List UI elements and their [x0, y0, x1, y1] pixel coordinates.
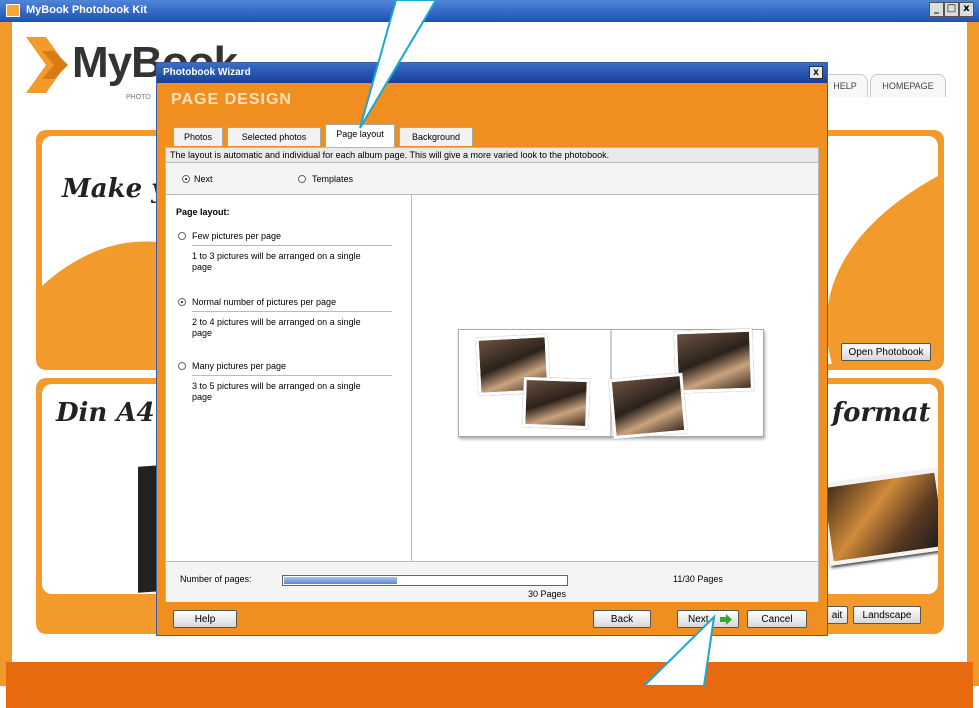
templates-mode-label: Templates [312, 174, 354, 184]
few-pictures-desc: 1 to 3 pictures will be arranged on a si… [192, 251, 361, 272]
divider [192, 311, 392, 312]
few-pictures-label: Few pictures per page [192, 231, 282, 241]
pages-total: 30 Pages [528, 589, 567, 599]
page-design-heading: PAGE DESIGN [171, 91, 292, 108]
divider [192, 245, 392, 246]
format-text-left: Din A4 [56, 398, 155, 428]
wizard-title: Photobook Wizard [163, 67, 251, 78]
next-mode-label: Next [194, 174, 213, 184]
many-pictures-label: Many pictures per page [192, 361, 287, 371]
layout-preview-pane [412, 195, 818, 561]
normal-pictures-label: Normal number of pictures per page [192, 297, 337, 307]
tab-background[interactable]: Background [399, 127, 473, 146]
landscape-button[interactable]: Landscape [853, 606, 921, 624]
tab-selected-photos[interactable]: Selected photos [227, 127, 321, 146]
app-bottom-bar [6, 662, 973, 708]
next-arrow-icon [720, 614, 732, 625]
homepage-nav-tab[interactable]: HOMEPAGE [870, 74, 946, 97]
album-photo [522, 376, 590, 430]
pages-bar: Number of pages: 11/30 Pages 30 Pages [166, 561, 818, 602]
app-title: MyBook Photobook Kit [26, 4, 147, 16]
layout-options-pane: Page layout: Few pictures per page 1 to … [166, 195, 412, 561]
format-text-right: format [832, 398, 931, 428]
wizard-close-button[interactable]: x [809, 66, 823, 79]
layout-mode-row: Next Templates [166, 163, 818, 195]
close-button[interactable]: x [959, 2, 974, 17]
next-mode-radio[interactable] [182, 175, 190, 183]
many-pictures-radio[interactable] [178, 362, 186, 370]
portrait-button[interactable]: ait [826, 606, 848, 624]
templates-mode-radio[interactable] [298, 175, 306, 183]
album-photo [608, 372, 688, 440]
many-pictures-desc: 3 to 5 pictures will be arranged on a si… [192, 381, 361, 402]
album-photo [673, 328, 755, 394]
next-button[interactable]: Next [677, 610, 739, 628]
tab-page-layout[interactable]: Page layout [325, 124, 395, 147]
open-photobook-button[interactable]: Open Photobook [841, 343, 931, 361]
tab-photos[interactable]: Photos [173, 127, 223, 146]
pages-count: 11/30 Pages [673, 574, 723, 584]
app-icon [6, 4, 20, 17]
pages-progress-bar [282, 575, 568, 586]
next-button-label: Next [688, 614, 709, 625]
app-titlebar[interactable]: MyBook Photobook Kit _ □ x [0, 0, 979, 22]
maximize-button[interactable]: □ [944, 2, 959, 17]
wizard-titlebar[interactable]: Photobook Wizard x [157, 63, 827, 83]
photobook-wizard-dialog: Photobook Wizard x PAGE DESIGN Photos Se… [156, 62, 828, 636]
landscape-book-image [818, 468, 938, 566]
layout-info-text: The layout is automatic and individual f… [166, 148, 818, 163]
help-button[interactable]: Help [173, 610, 237, 628]
divider [192, 375, 392, 376]
number-of-pages-label: Number of pages: [180, 574, 252, 584]
minimize-button[interactable]: _ [929, 2, 944, 17]
few-pictures-radio[interactable] [178, 232, 186, 240]
normal-pictures-radio[interactable] [178, 298, 186, 306]
help-nav-tab[interactable]: HELP [822, 74, 868, 97]
normal-pictures-desc: 2 to 4 pictures will be arranged on a si… [192, 317, 361, 338]
cancel-button[interactable]: Cancel [747, 610, 807, 628]
back-button[interactable]: Back [593, 610, 651, 628]
logo-subtitle: PHOTO [126, 94, 151, 101]
album-preview [458, 328, 764, 440]
logo-chevron-icon [26, 37, 68, 93]
wizard-content: The layout is automatic and individual f… [165, 147, 819, 602]
page-layout-label: Page layout: [176, 207, 230, 217]
pages-progress-fill [284, 577, 397, 584]
